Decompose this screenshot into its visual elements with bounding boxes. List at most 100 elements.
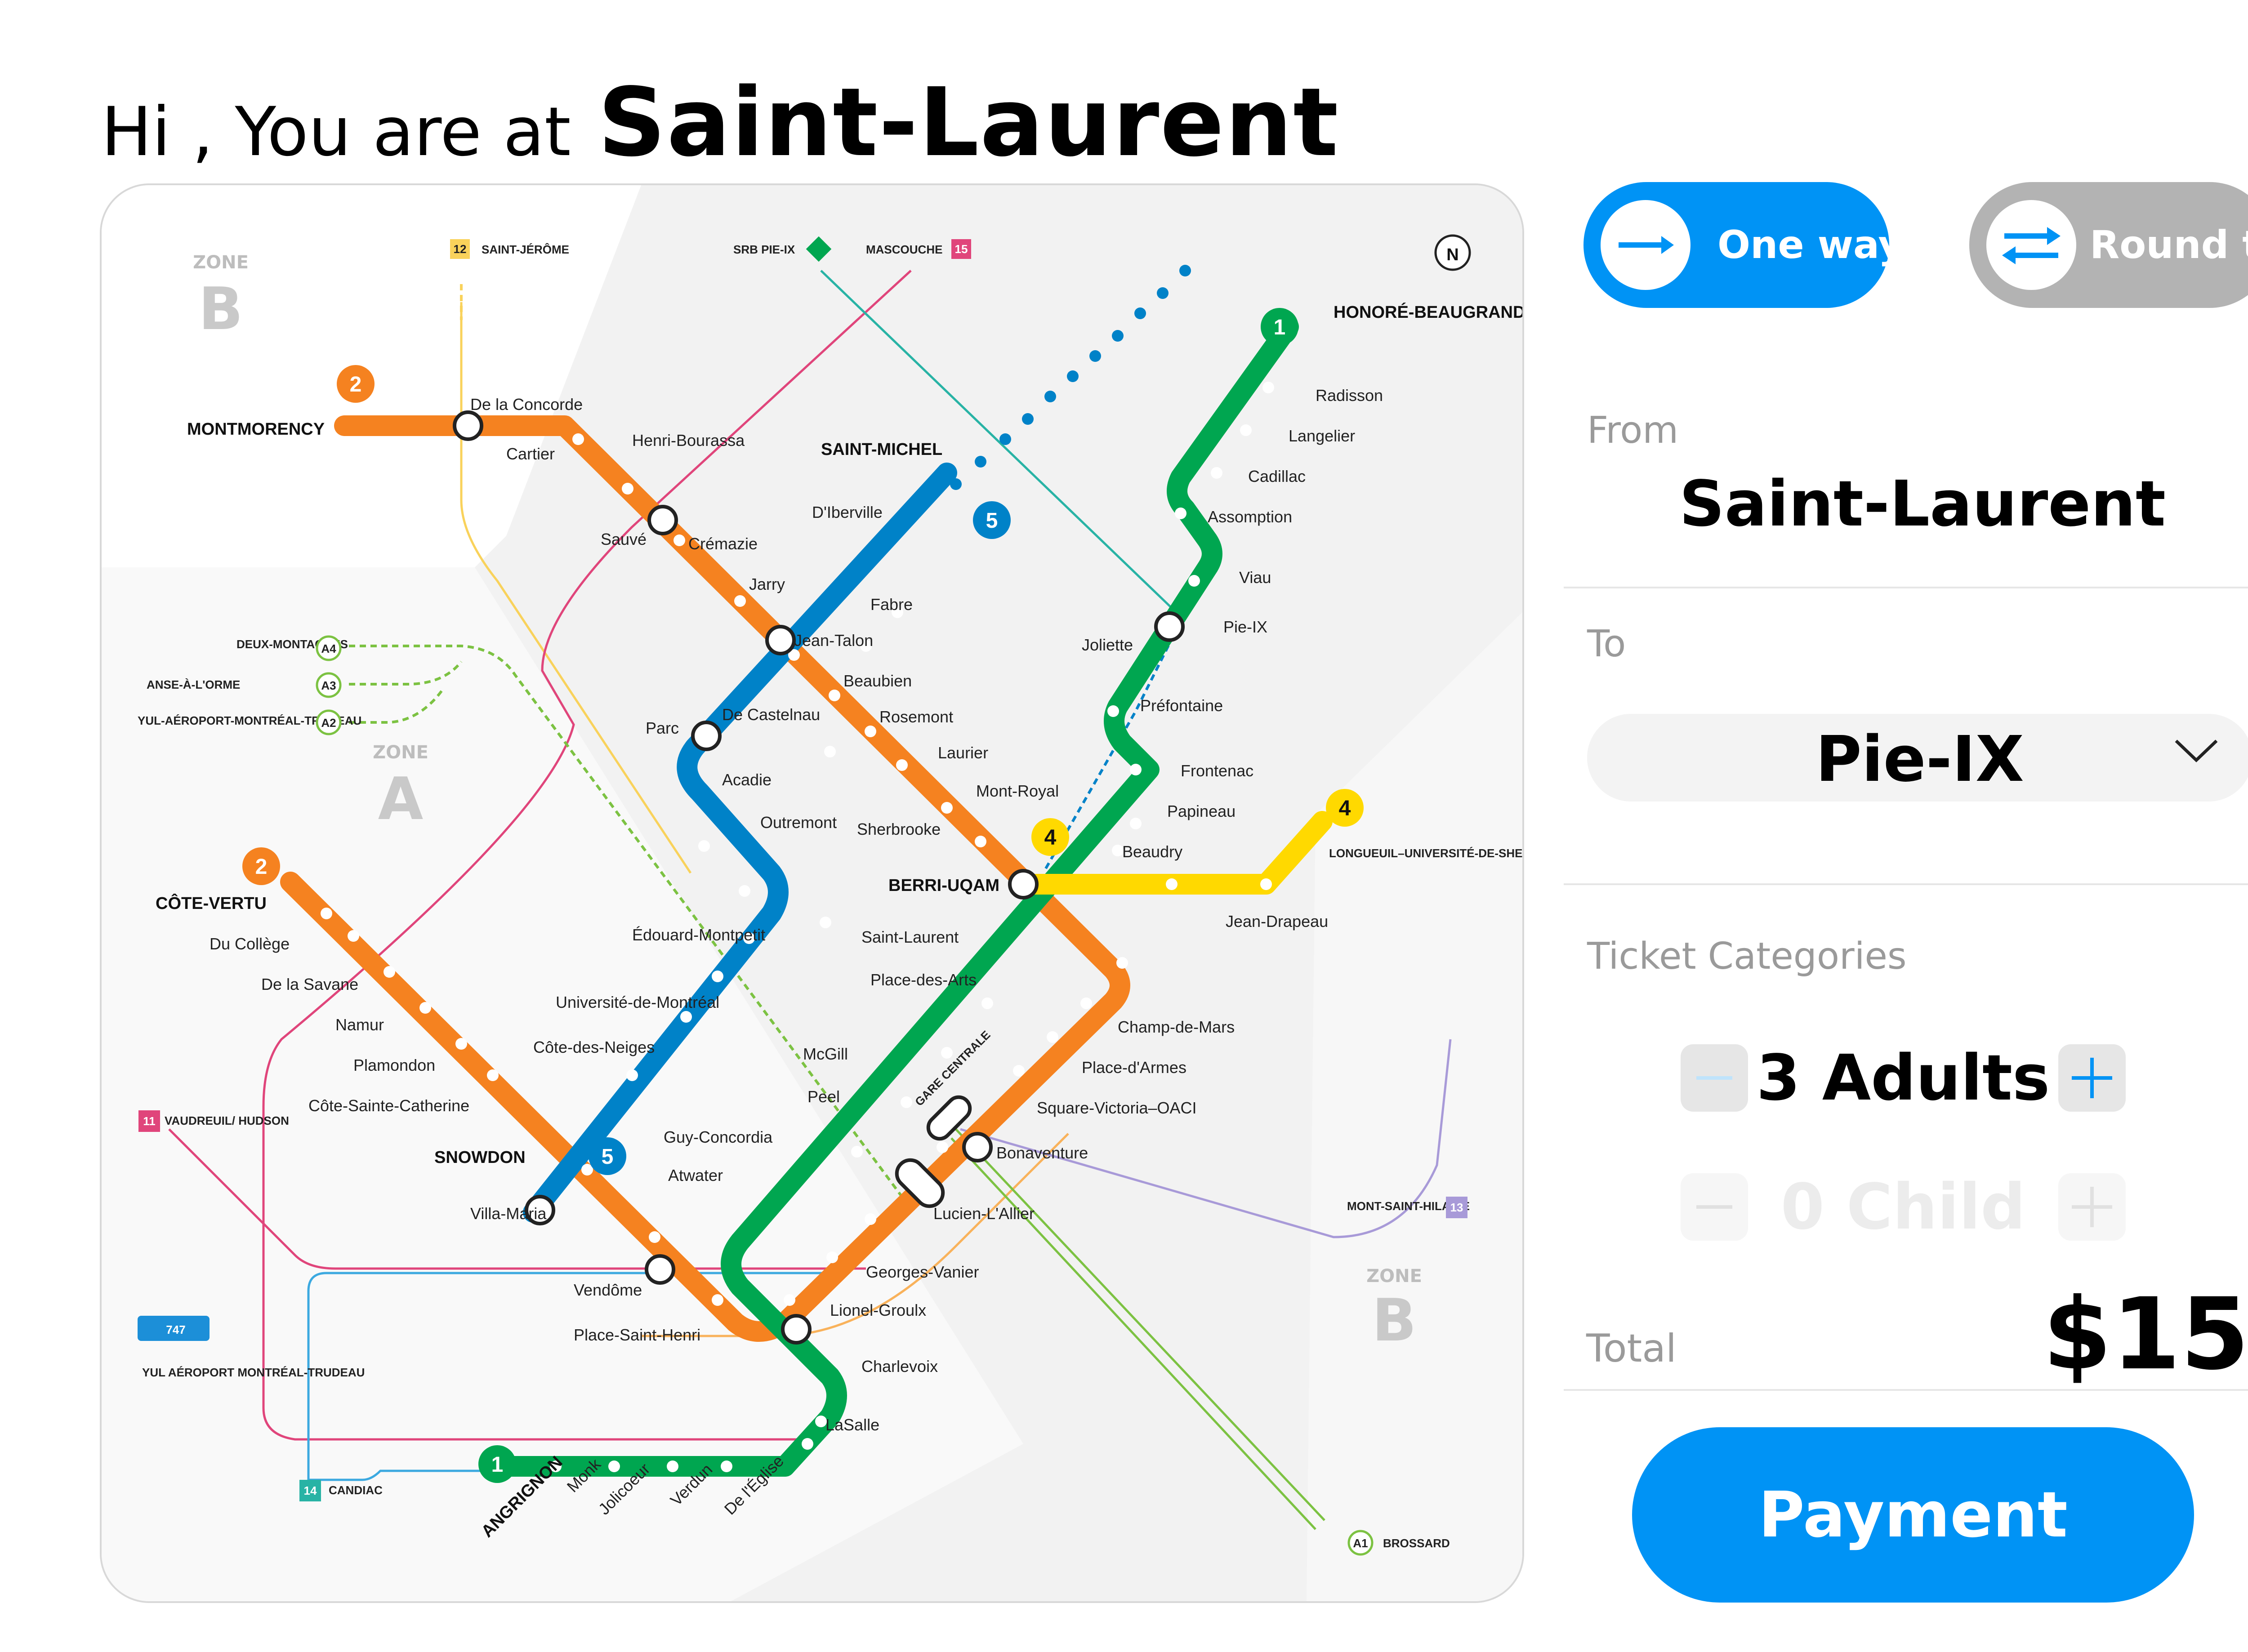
terminal-cote-vertu: CÔTE-VERTU — [156, 893, 267, 913]
svg-text:11: 11 — [143, 1114, 156, 1128]
regional-label: SRB PIE-IX — [733, 243, 795, 256]
zone-word: ZONE — [373, 742, 428, 763]
regional-label: YUL AÉROPORT MONTRÉAL-TRUDEAU — [142, 1366, 365, 1379]
regional-label: BROSSARD — [1383, 1536, 1450, 1550]
regional-label: VAUDREUIL/ HUDSON — [165, 1114, 289, 1127]
station-label: Place-des-Arts — [870, 971, 977, 989]
adults-increment-button[interactable] — [2058, 1044, 2126, 1112]
ticket-categories-label: Ticket Categories — [1587, 935, 1907, 978]
svg-text:A3: A3 — [321, 679, 336, 692]
metro-map-svg: ZONE B ZONE A ZONE B 2 2 1 1 5 5 4 4 N M… — [102, 185, 1522, 1601]
divider — [1564, 883, 2248, 885]
payment-button[interactable]: Payment — [1632, 1427, 2194, 1603]
svg-text:1: 1 — [1274, 316, 1286, 339]
zone-letter: A — [378, 765, 424, 833]
plus-icon — [2072, 1187, 2112, 1227]
station-label: Crémazie — [688, 534, 758, 553]
station-label: Georges-Vanier — [866, 1263, 979, 1281]
station-label: Préfontaine — [1140, 696, 1223, 715]
station-label: LaSalle — [825, 1416, 879, 1434]
plus-icon — [2072, 1058, 2112, 1098]
station-label: Assomption — [1208, 508, 1292, 526]
station-label: Viau — [1239, 568, 1271, 587]
station-label: Du Collège — [210, 935, 290, 953]
station-label: Sauvé — [601, 530, 647, 548]
children-increment-button[interactable] — [2058, 1173, 2126, 1241]
children-decrement-button[interactable] — [1681, 1173, 1748, 1241]
to-value: Pie-IX — [1815, 723, 2024, 796]
station-label: Frontenac — [1181, 761, 1253, 780]
round-trip-label: Round trip — [2090, 223, 2248, 267]
chevron-down-icon — [2175, 739, 2218, 762]
station-label: Namur — [335, 1015, 384, 1034]
station-label: Atwater — [668, 1166, 723, 1184]
station-label: Outremont — [760, 813, 837, 832]
station-label: Côte-des-Neiges — [533, 1038, 655, 1056]
station-label: Radisson — [1316, 386, 1383, 405]
station-label: Papineau — [1167, 802, 1236, 820]
round-trip-toggle[interactable]: Round trip — [1969, 182, 2248, 308]
station-label: Édouard-Montpetit — [632, 926, 765, 944]
station-label: Vendôme — [574, 1281, 642, 1299]
station-label: Champ-de-Mars — [1118, 1018, 1235, 1036]
station-label: Plamondon — [353, 1056, 435, 1074]
zone-letter: B — [1372, 1286, 1416, 1354]
station-label: Beaudry — [1122, 842, 1182, 861]
station-label: Lionel-Groulx — [830, 1301, 926, 1319]
station-label: Parc — [646, 719, 679, 737]
station-label: Bonaventure — [996, 1144, 1088, 1162]
station-label: Place-d'Armes — [1082, 1058, 1186, 1077]
svg-text:13: 13 — [1450, 1201, 1463, 1214]
station-label: Villa-Maria — [470, 1204, 547, 1223]
svg-text:A2: A2 — [321, 716, 336, 730]
station-label: Mont-Royal — [976, 782, 1059, 800]
svg-text:12: 12 — [454, 242, 467, 256]
children-count: 0 Child — [1780, 1170, 2026, 1244]
zone-letter: B — [198, 275, 243, 343]
station-label: Jean-Drapeau — [1226, 912, 1328, 931]
station-label: Square-Victoria–OACI — [1037, 1099, 1197, 1117]
svg-text:14: 14 — [304, 1484, 317, 1497]
from-label: From — [1587, 409, 1679, 452]
swap-arrows-icon — [1986, 200, 2076, 290]
minus-icon — [1696, 1205, 1732, 1209]
divider — [1564, 587, 2248, 588]
current-station-title: Saint-Laurent — [598, 67, 1339, 178]
station-label: Jarry — [749, 575, 785, 593]
svg-text:15: 15 — [955, 242, 968, 256]
station-label: De la Savane — [261, 975, 358, 993]
station-label: Université-de-Montréal — [556, 993, 719, 1011]
children-stepper: 0 Child — [1681, 1170, 2126, 1244]
station-label: Rosemont — [879, 708, 953, 726]
station-label: Saint-Laurent — [861, 928, 959, 946]
one-way-toggle[interactable]: One way — [1583, 182, 1904, 308]
regional-label: SAINT-JÉRÔME — [482, 243, 569, 256]
to-station-select[interactable]: Pie-IX — [1587, 714, 2248, 802]
station-label: Charlevoix — [861, 1357, 938, 1376]
terminal-honore-beaugrand: HONORÉ-BEAUGRAND — [1334, 302, 1522, 322]
regional-label: ANSE-À-L'ORME — [147, 678, 240, 691]
station-label: Sherbrooke — [857, 820, 941, 838]
greeting-text: Hi , You are at — [101, 93, 571, 171]
total-label: Total — [1586, 1326, 1677, 1371]
divider — [1564, 1389, 2248, 1391]
station-label: Henri-Bourassa — [632, 431, 745, 450]
station-label: Langelier — [1289, 427, 1355, 445]
station-label: Beaubien — [843, 672, 912, 690]
station-label: Lucien-L'Allier — [933, 1204, 1035, 1223]
station-label: Place-Saint-Henri — [574, 1326, 700, 1344]
minus-icon — [1696, 1076, 1732, 1080]
from-value: Saint-Laurent — [1679, 468, 2166, 541]
station-label: Cartier — [506, 445, 555, 463]
adults-decrement-button[interactable] — [1681, 1044, 1748, 1112]
station-label: Acadie — [722, 770, 772, 789]
station-label: Jean-Talon — [794, 631, 873, 650]
adults-stepper: 3 Adults — [1681, 1042, 2126, 1115]
metro-map[interactable]: ZONE B ZONE A ZONE B 2 2 1 1 5 5 4 4 N M… — [100, 183, 1524, 1603]
station-label: D'Iberville — [812, 503, 883, 521]
station-label: Joliette — [1082, 636, 1133, 654]
svg-text:2: 2 — [350, 373, 362, 396]
regional-label: MASCOUCHE — [866, 243, 942, 256]
total-value: $15 — [2043, 1277, 2248, 1392]
bus-747-label: 747 — [166, 1323, 185, 1336]
